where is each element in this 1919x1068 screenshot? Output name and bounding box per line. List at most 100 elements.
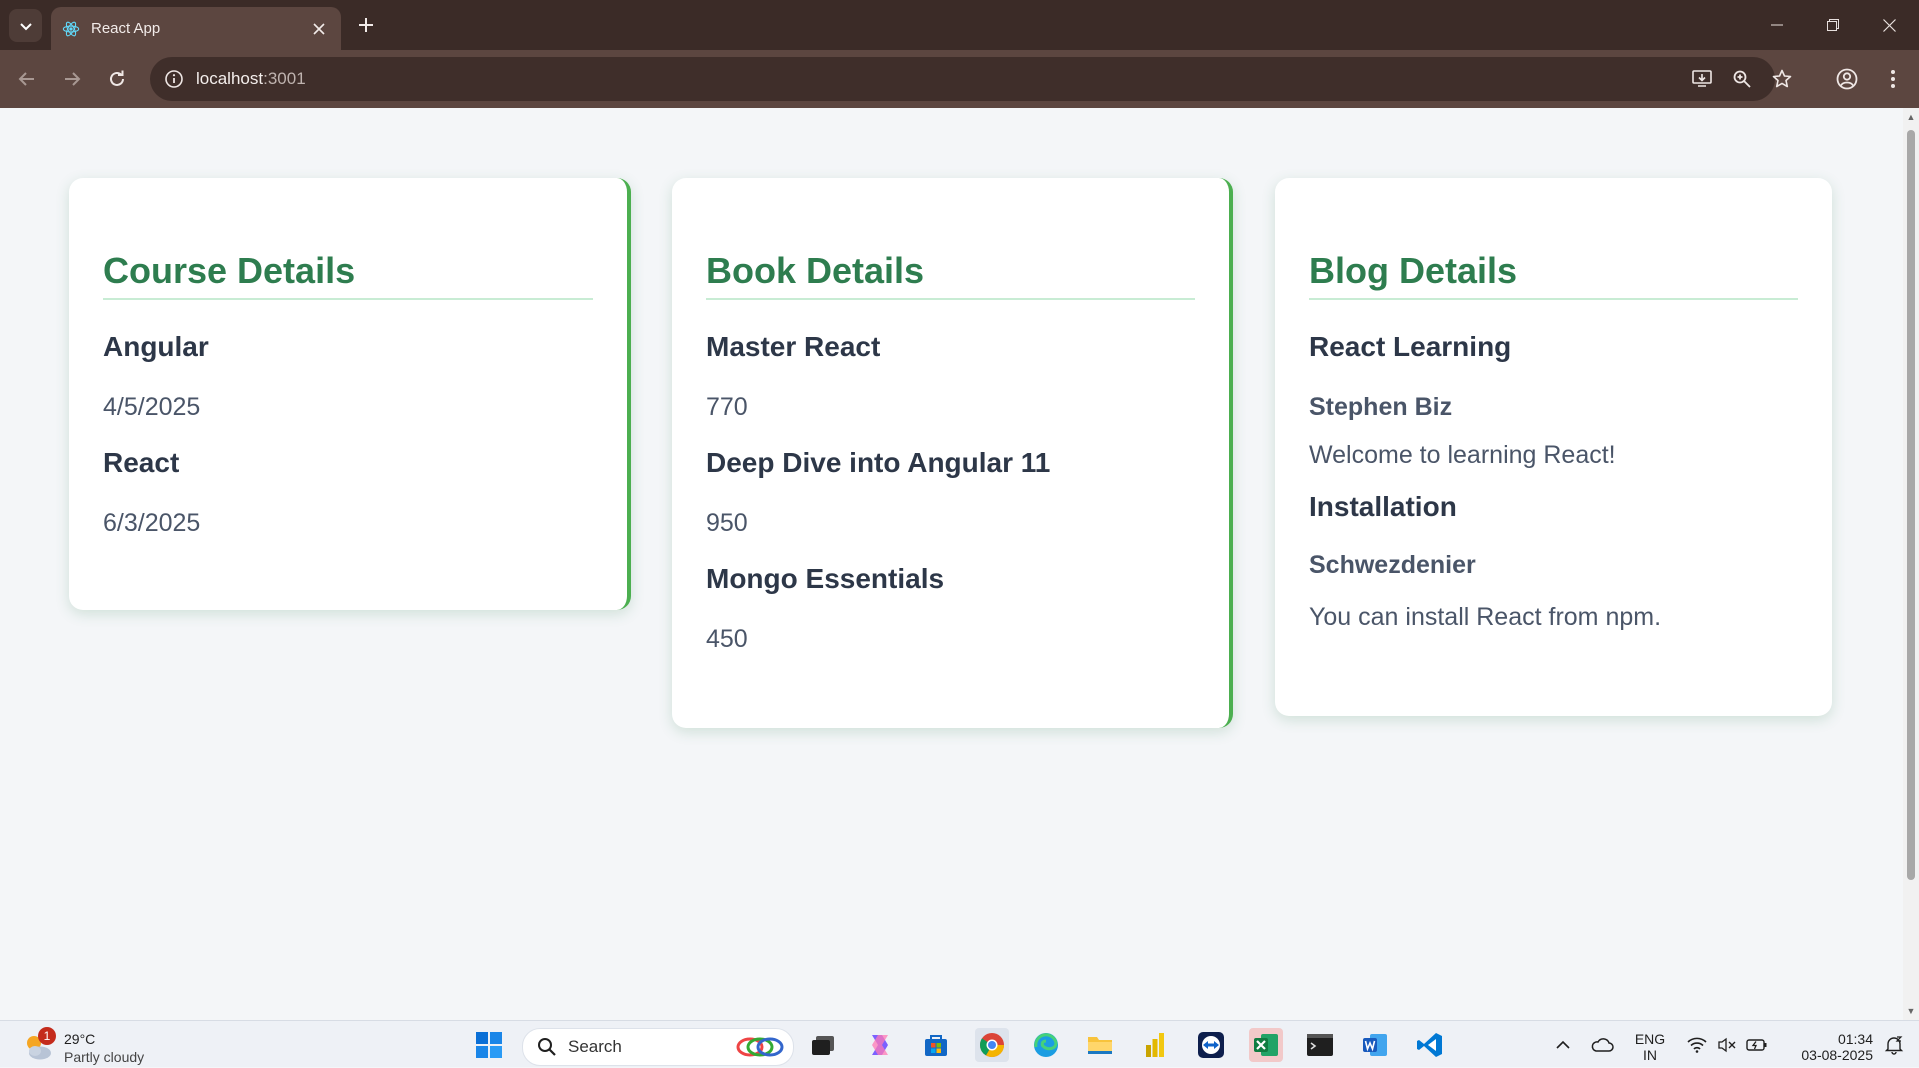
plus-icon — [359, 18, 373, 32]
weather-temperature: 29°C — [64, 1031, 96, 1047]
reload-button[interactable] — [100, 62, 134, 96]
tab-search-button[interactable] — [9, 9, 42, 42]
arrow-right-icon — [65, 72, 81, 86]
site-info-icon[interactable] — [164, 69, 184, 89]
copilot-button[interactable] — [863, 1028, 897, 1062]
word-icon — [1363, 1034, 1387, 1056]
teamviewer-button[interactable] — [1194, 1028, 1228, 1062]
task-view-icon — [812, 1036, 834, 1055]
course-date: 4/5/2025 — [103, 393, 201, 421]
bookmark-star-icon[interactable] — [1770, 67, 1794, 91]
course-details-heading: Course Details — [103, 250, 593, 300]
course-details-card: Course Details Angular 4/5/2025 React 6/… — [69, 178, 631, 610]
page-scrollbar[interactable]: ▲ ▼ — [1903, 108, 1919, 1020]
course-name: Angular — [103, 331, 209, 362]
vscode-button[interactable] — [1413, 1028, 1447, 1062]
volume-button[interactable] — [1710, 1028, 1744, 1062]
url-text: localhost:3001 — [196, 69, 306, 89]
tab-react-app[interactable]: React App — [51, 7, 341, 50]
microsoft-store-button[interactable] — [919, 1028, 953, 1062]
copilot-icon — [872, 1035, 888, 1055]
clock-time: 01:34 — [1837, 1031, 1873, 1047]
edge-button[interactable] — [1029, 1028, 1063, 1062]
file-explorer-button[interactable] — [1083, 1028, 1117, 1062]
cloud-icon — [1591, 1038, 1614, 1052]
browser-tabstrip: React App — [0, 0, 1919, 50]
search-icon — [537, 1037, 557, 1057]
tab-title: React App — [91, 20, 161, 37]
blog-title: Installation — [1309, 491, 1457, 522]
volume-muted-icon — [1718, 1037, 1736, 1053]
address-bar[interactable]: localhost:3001 — [150, 57, 1792, 101]
edge-icon — [1034, 1033, 1058, 1057]
chrome-button[interactable] — [975, 1028, 1009, 1062]
excel-button[interactable] — [1249, 1028, 1283, 1062]
notifications-button[interactable] — [1877, 1028, 1911, 1062]
blog-content: Welcome to learning React! — [1309, 441, 1616, 469]
book-details-card: Book Details Master React 770 Deep Dive … — [672, 178, 1233, 728]
blog-author: Stephen Biz — [1309, 393, 1453, 421]
chevron-up-icon — [1556, 1040, 1570, 1049]
blog-author: Schwezdenier — [1309, 551, 1476, 579]
search-label: Search — [568, 1037, 622, 1056]
react-logo-icon — [61, 19, 81, 39]
course-name: React — [103, 447, 180, 478]
arrow-left-icon — [18, 72, 34, 86]
blog-title: React Learning — [1309, 331, 1512, 362]
reload-icon — [110, 70, 124, 86]
battery-button[interactable] — [1740, 1028, 1774, 1062]
install-app-icon[interactable] — [1690, 67, 1714, 91]
close-window-button[interactable] — [1861, 0, 1917, 50]
task-view-button[interactable] — [806, 1028, 840, 1062]
restore-button[interactable] — [1805, 0, 1861, 50]
terminal-icon — [1307, 1034, 1333, 1056]
weather-widget[interactable]: 1 29°C Partly cloudy — [22, 1027, 172, 1067]
more-vertical-icon — [1891, 70, 1895, 88]
url-port: :3001 — [263, 69, 306, 88]
start-button[interactable] — [472, 1028, 506, 1062]
clock-date: 03-08-2025 — [1801, 1047, 1873, 1063]
show-hidden-icons-button[interactable] — [1546, 1028, 1580, 1062]
power-bi-button[interactable] — [1138, 1028, 1172, 1062]
chrome-icon — [980, 1033, 1004, 1058]
book-details-heading: Book Details — [706, 250, 1195, 300]
book-name: Deep Dive into Angular 11 — [706, 447, 1051, 478]
onedrive-button[interactable] — [1585, 1028, 1619, 1062]
scroll-up-arrow-icon[interactable]: ▲ — [1906, 112, 1916, 122]
scroll-thumb[interactable] — [1907, 130, 1915, 880]
back-button[interactable] — [10, 62, 44, 96]
book-name: Master React — [706, 331, 881, 362]
word-button[interactable] — [1358, 1028, 1392, 1062]
terminal-button[interactable] — [1303, 1028, 1337, 1062]
clock[interactable]: 01:34 03-08-2025 — [1783, 1031, 1873, 1063]
wifi-button[interactable] — [1680, 1028, 1714, 1062]
zoom-icon[interactable] — [1730, 67, 1754, 91]
search-highlight-icon — [735, 1035, 785, 1064]
forward-button[interactable] — [55, 62, 89, 96]
book-price: 450 — [706, 625, 748, 653]
book-price: 950 — [706, 509, 748, 537]
vscode-icon — [1417, 1033, 1442, 1057]
new-tab-button[interactable] — [352, 11, 380, 39]
course-date: 6/3/2025 — [103, 509, 201, 537]
browser-menu-button[interactable] — [1876, 62, 1910, 96]
close-tab-icon[interactable] — [309, 19, 329, 39]
battery-charging-icon — [1746, 1039, 1767, 1051]
notification-bell-icon — [1884, 1036, 1904, 1055]
book-name: Mongo Essentials — [706, 563, 945, 594]
profile-button[interactable] — [1830, 62, 1864, 96]
minimize-button[interactable] — [1749, 0, 1805, 50]
wifi-icon — [1687, 1037, 1707, 1053]
language-code: ENG — [1634, 1031, 1666, 1047]
taskbar-search-box[interactable]: Search — [522, 1028, 794, 1066]
language-indicator[interactable]: ENG IN — [1630, 1031, 1670, 1063]
close-icon — [1882, 18, 1896, 32]
store-icon — [925, 1035, 947, 1056]
blog-details-heading: Blog Details — [1309, 250, 1798, 300]
windows-logo-icon — [476, 1032, 502, 1058]
book-price: 770 — [706, 393, 748, 421]
scroll-down-arrow-icon[interactable]: ▼ — [1906, 1006, 1916, 1016]
teamviewer-icon — [1198, 1032, 1224, 1058]
minimize-icon — [1771, 24, 1783, 26]
restore-icon — [1827, 19, 1839, 31]
